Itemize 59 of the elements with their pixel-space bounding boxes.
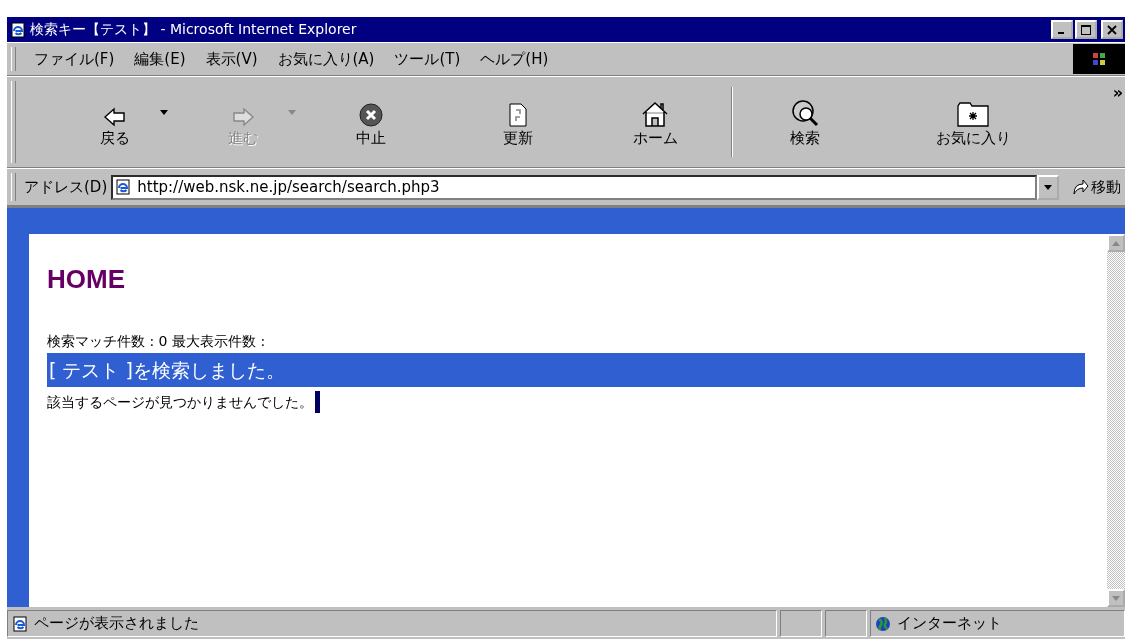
refresh-button[interactable]: 更新 — [483, 96, 553, 148]
page-icon — [12, 615, 28, 632]
maximize-button[interactable] — [1075, 20, 1097, 39]
page-heading: HOME — [47, 264, 126, 295]
toolbar-separator — [731, 87, 733, 157]
menu-item[interactable]: ツール(T) — [384, 49, 471, 69]
maximize-icon — [1081, 24, 1091, 35]
status-text: ページが表示されました — [34, 614, 199, 633]
menu-item[interactable]: 編集(E) — [124, 49, 196, 69]
back-button[interactable]: 戻る — [80, 96, 150, 148]
refresh-page-icon — [508, 102, 528, 127]
close-button[interactable] — [1101, 20, 1123, 39]
minimize-icon — [1058, 32, 1064, 34]
search-stats-text: 検索マッチ件数 : 0 最大表示件数 : — [47, 332, 267, 351]
address-label: アドレス(D) — [24, 177, 109, 197]
address-field[interactable]: http://web.nsk.ne.jp/search/search.php3 — [111, 174, 1037, 200]
globe-icon — [875, 615, 891, 632]
scroll-up-button[interactable] — [1107, 234, 1125, 252]
page-icon — [115, 179, 132, 195]
close-icon — [1107, 24, 1117, 35]
search-button[interactable]: 検索 — [770, 96, 840, 148]
status-panel — [780, 610, 822, 637]
right-arrow-icon — [231, 106, 255, 127]
browser-logo-icon — [10, 21, 26, 38]
search-icon — [791, 98, 819, 127]
caret-icon — [1044, 184, 1052, 190]
stop-button[interactable]: 中止 — [336, 96, 406, 148]
home-button[interactable]: ホーム — [615, 96, 695, 148]
house-icon — [641, 100, 669, 127]
menu-item[interactable]: 表示(V) — [195, 49, 268, 69]
menu-item[interactable]: お気に入り(A) — [267, 49, 385, 69]
left-arrow-icon — [103, 106, 127, 127]
security-zone-text: インターネット — [897, 614, 1002, 633]
text-cursor — [315, 391, 320, 413]
grip-handle[interactable] — [11, 81, 16, 163]
caret-icon — [288, 109, 296, 115]
dropdown-button[interactable] — [1037, 174, 1059, 200]
minimize-button[interactable] — [1051, 20, 1073, 39]
grip-handle[interactable] — [11, 47, 16, 71]
more-buttons-chevron[interactable]: » — [1110, 83, 1125, 102]
window-title: 検索キー【テスト】 - Microsoft Internet Explorer — [30, 20, 357, 39]
folder-icon — [956, 100, 990, 127]
grip-handle[interactable] — [11, 173, 16, 201]
vertical-scrollbar[interactable] — [1107, 234, 1125, 607]
no-results-message: 該当するページが見つかりませんでした。 — [47, 393, 313, 412]
stop-icon — [359, 102, 383, 127]
dropdown-arrow-button[interactable] — [160, 109, 168, 115]
up-arrow-icon — [1112, 240, 1120, 246]
status-panel — [825, 610, 867, 637]
search-result-banner: [ テスト ]を検索しました。 — [47, 353, 1085, 387]
scroll-down-button[interactable] — [1107, 589, 1125, 607]
down-arrow-icon — [1112, 595, 1120, 601]
go-button[interactable]: 移動 — [1067, 177, 1125, 197]
menu-item[interactable]: ヘルプ(H) — [470, 49, 559, 69]
favorites-button[interactable]: お気に入り — [918, 96, 1028, 148]
menu-item[interactable]: ファイル(F) — [24, 49, 125, 69]
caret-icon — [160, 109, 168, 115]
curved-arrow-icon — [1071, 178, 1089, 196]
windows-logo-icon — [1091, 51, 1107, 67]
